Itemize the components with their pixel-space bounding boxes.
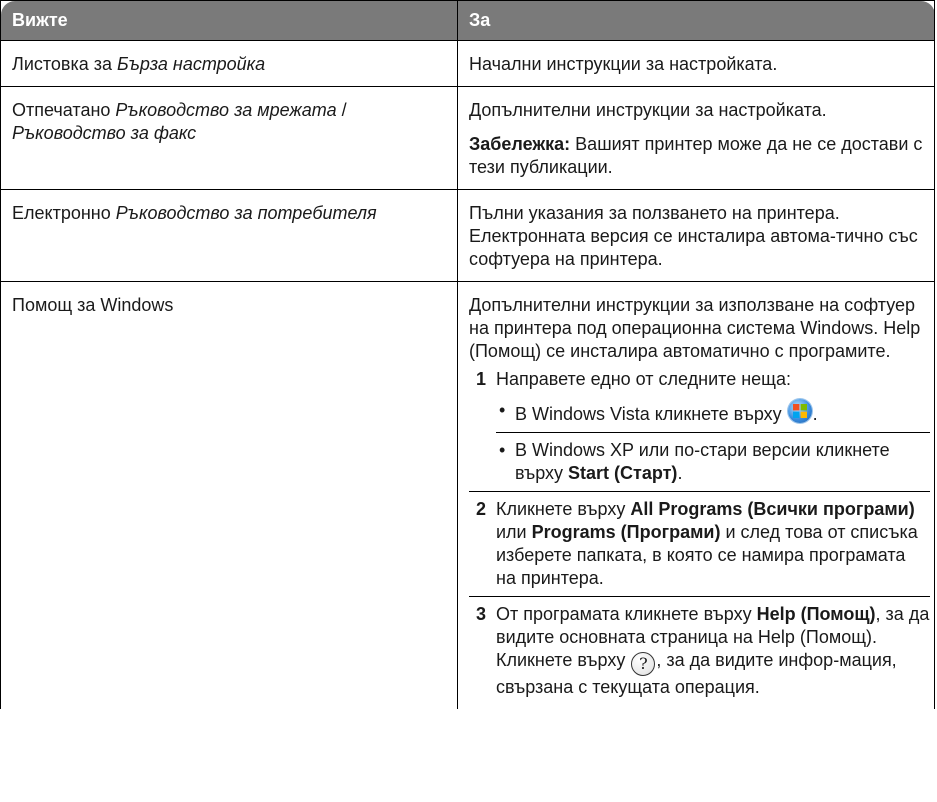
bullet-text: В Windows Vista кликнете върху	[515, 404, 787, 424]
table-row: Помощ за Windows Допълнителни инструкции…	[0, 281, 935, 709]
help-question-icon: ?	[631, 652, 656, 676]
step-text-mid: или	[496, 522, 532, 542]
table-row: Отпечатано Ръководство за мрежата / Ръко…	[0, 86, 935, 190]
bullet-dot: •	[499, 400, 506, 420]
resources-table: Вижте За Листовка за Бърза настройка Нач…	[0, 0, 935, 709]
row3-right-text: Пълни указания за ползването на принтера…	[469, 203, 918, 269]
bullet-item: • В Windows Vista кликнете върху .	[496, 399, 930, 426]
step-item: 1 Направете едно от следните неща: • В W…	[469, 368, 930, 485]
row2-right: Допълнителни инструкции за настройката. …	[457, 86, 935, 190]
row4-left: Помощ за Windows	[0, 281, 458, 709]
windows-vista-start-icon	[787, 399, 812, 423]
bullet-list: • В Windows Vista кликнете върху . • В W…	[496, 399, 930, 485]
row1-left-title: Бърза настройка	[117, 54, 266, 74]
row3-left: Електронно Ръководство за потребителя	[0, 189, 458, 282]
document-page: Вижте За Листовка за Бърза настройка Нач…	[0, 0, 937, 802]
header-for: За	[457, 0, 935, 41]
step-text: От програмата кликнете върху	[496, 604, 757, 624]
row2-left-prefix: Отпечатано	[12, 100, 116, 120]
row4-right: Допълнителни инструкции за използване на…	[457, 281, 935, 709]
step-number: 3	[476, 604, 487, 624]
step-followup: Кликнете върху ?, за да видите инфор-мац…	[496, 649, 930, 699]
step-item: 2 Кликнете върху All Programs (Всички пр…	[469, 491, 930, 590]
help-label: Help (Помощ)	[756, 604, 876, 624]
table-header-row: Вижте За	[0, 0, 935, 41]
header-see: Вижте	[0, 0, 458, 41]
row1-left-prefix: Листовка за	[12, 54, 118, 74]
followup-text: Кликнете върху	[496, 650, 631, 670]
start-label: Start (Старт)	[568, 463, 678, 483]
bullet-dot: •	[499, 440, 506, 460]
row1-right-text: Начални инструкции за настройката.	[469, 54, 778, 74]
steps-list: 1 Направете едно от следните неща: • В W…	[469, 368, 930, 699]
row2-left-title: Ръководство за мрежата	[115, 100, 337, 120]
row2-note: Забележка: Вашият принтер може да не се …	[469, 133, 924, 179]
step-number: 1	[476, 369, 487, 389]
table-row: Електронно Ръководство за потребителя Пъ…	[0, 189, 935, 282]
row2-right-text: Допълнителни инструкции за настройката.	[469, 100, 827, 120]
row3-left-prefix: Електронно	[12, 203, 116, 223]
bullet-item: • В Windows XP или по-стари версии кликн…	[496, 432, 930, 485]
all-programs-label: All Programs (Всички програми)	[630, 499, 915, 519]
row3-right: Пълни указания за ползването на принтера…	[457, 189, 935, 282]
row2-left-title2: Ръководство за факс	[12, 123, 197, 143]
row4-left-text: Помощ за Windows	[12, 295, 174, 315]
row2-left: Отпечатано Ръководство за мрежата / Ръко…	[0, 86, 458, 190]
row4-intro: Допълнителни инструкции за използване на…	[469, 295, 921, 361]
step-text: Направете едно от следните неща:	[496, 369, 791, 389]
step-item: 3 От програмата кликнете върху Help (Пом…	[469, 596, 930, 699]
bullet-text-end: .	[677, 463, 683, 483]
bullet-text-end: .	[812, 404, 818, 424]
note-label: Забележка:	[469, 134, 571, 154]
step-number: 2	[476, 499, 487, 519]
step-text: Кликнете върху	[496, 499, 631, 519]
row3-left-title: Ръководство за потребителя	[115, 203, 377, 223]
programs-label: Programs (Програми)	[531, 522, 721, 542]
row2-left-separator: /	[336, 100, 347, 120]
table-row: Листовка за Бърза настройка Начални инст…	[0, 40, 935, 87]
row1-right: Начални инструкции за настройката.	[457, 40, 935, 87]
row1-left: Листовка за Бърза настройка	[0, 40, 458, 87]
